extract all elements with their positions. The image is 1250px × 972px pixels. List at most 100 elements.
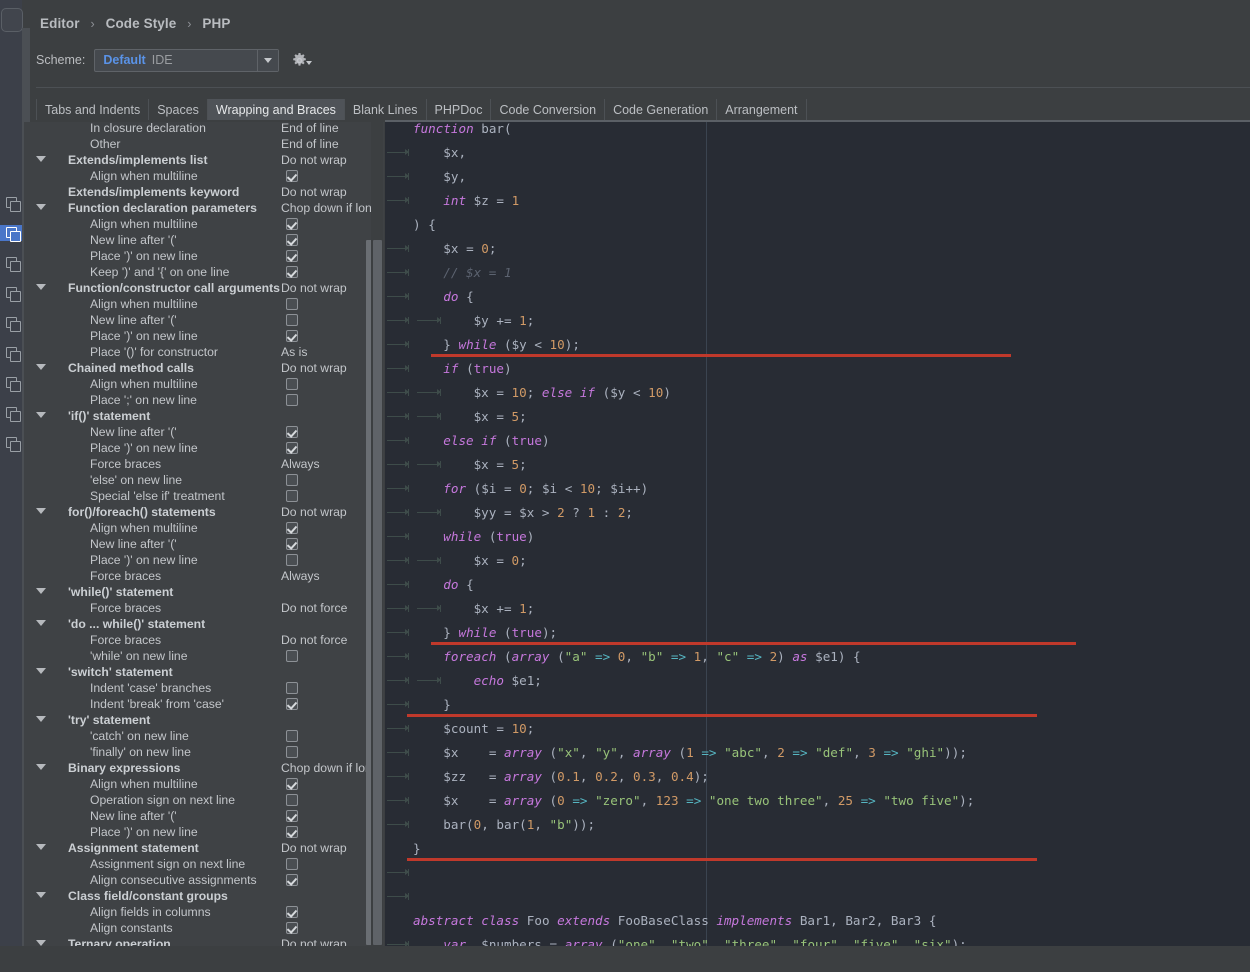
tree-row-checkbox[interactable]: [286, 810, 298, 822]
tree-row[interactable]: In closure declaration End of line: [24, 122, 384, 136]
tree-row-checkbox[interactable]: [286, 442, 298, 454]
breadcrumb-editor[interactable]: Editor: [40, 16, 80, 31]
tree-row-checkbox[interactable]: [286, 522, 298, 534]
tree-row-value[interactable]: Do not wrap: [281, 281, 347, 295]
copy-settings-icon[interactable]: [3, 315, 21, 332]
tree-row[interactable]: New line after '(': [24, 232, 384, 248]
tree-row[interactable]: Extends/implements keyword Do not wrap: [24, 184, 384, 200]
chevron-down-icon[interactable]: [36, 204, 46, 210]
tree-row[interactable]: New line after '(': [24, 312, 384, 328]
tree-row[interactable]: New line after '(': [24, 536, 384, 552]
tree-row-checkbox[interactable]: [286, 826, 298, 838]
copy-settings-icon[interactable]: [0, 225, 22, 242]
tree-row[interactable]: Place ';' on new line: [24, 392, 384, 408]
scheme-combobox[interactable]: Default IDE: [94, 48, 280, 72]
chevron-down-icon[interactable]: [36, 764, 46, 770]
chevron-down-icon[interactable]: [36, 668, 46, 674]
tree-row[interactable]: Align when multiline: [24, 376, 384, 392]
tree-row[interactable]: Other End of line: [24, 136, 384, 152]
tree-row[interactable]: Keep ')' and '{' on one line: [24, 264, 384, 280]
tree-row[interactable]: Align when multiline: [24, 296, 384, 312]
tree-row-value[interactable]: End of line: [281, 122, 339, 135]
tree-row[interactable]: New line after '(': [24, 424, 384, 440]
tree-row[interactable]: Function declaration parameters Chop down…: [24, 200, 384, 216]
tree-row[interactable]: Function/constructor call arguments Do no…: [24, 280, 384, 296]
tree-row-value[interactable]: End of line: [281, 137, 339, 151]
tree-row-value[interactable]: Do not wrap: [281, 937, 347, 946]
tab-spaces[interactable]: Spaces: [149, 99, 208, 120]
copy-settings-icon[interactable]: [3, 405, 21, 422]
tree-row[interactable]: Place ')' on new line: [24, 824, 384, 840]
tree-row[interactable]: Ternary operation Do not wrap: [24, 936, 384, 946]
tab-arrangement[interactable]: Arrangement: [717, 99, 807, 120]
tree-row[interactable]: Assignment sign on next line: [24, 856, 384, 872]
copy-settings-icon[interactable]: [3, 255, 21, 272]
chevron-down-icon[interactable]: [36, 364, 46, 370]
tree-row-value[interactable]: Do not force: [281, 601, 347, 615]
chevron-down-icon[interactable]: [257, 49, 279, 71]
tree-row-value[interactable]: As is: [281, 345, 307, 359]
tree-row[interactable]: 'catch' on new line: [24, 728, 384, 744]
tree-row[interactable]: 'while' on new line: [24, 648, 384, 664]
tree-row[interactable]: Place ')' on new line: [24, 248, 384, 264]
tree-row-checkbox[interactable]: [286, 698, 298, 710]
tree-row[interactable]: Special 'else if' treatment: [24, 488, 384, 504]
tree-row[interactable]: Force braces Do not force: [24, 600, 384, 616]
tree-row[interactable]: Align when multiline: [24, 776, 384, 792]
tree-row-checkbox[interactable]: [286, 874, 298, 886]
gutter-top-button[interactable]: [1, 8, 23, 32]
tree-row[interactable]: Align when multiline: [24, 216, 384, 232]
tree-row[interactable]: 'else' on new line: [24, 472, 384, 488]
chevron-down-icon[interactable]: [36, 284, 46, 290]
tree-row-checkbox[interactable]: [286, 298, 298, 310]
tree-row-checkbox[interactable]: [286, 314, 298, 326]
tree-row-value[interactable]: Do not force: [281, 633, 347, 647]
tree-row[interactable]: for()/foreach() statements Do not wrap: [24, 504, 384, 520]
tree-row-checkbox[interactable]: [286, 538, 298, 550]
tree-row[interactable]: Assignment statement Do not wrap: [24, 840, 384, 856]
tree-row-value[interactable]: Always: [281, 569, 320, 583]
tab-code-generation[interactable]: Code Generation: [605, 99, 718, 120]
tree-row[interactable]: 'switch' statement: [24, 664, 384, 680]
breadcrumb-php[interactable]: PHP: [202, 16, 230, 31]
chevron-down-icon[interactable]: [36, 412, 46, 418]
tree-row-value[interactable]: Do not wrap: [281, 841, 347, 855]
settings-tree-panel[interactable]: In closure declaration End of line Other En…: [24, 122, 384, 946]
chevron-down-icon[interactable]: [36, 892, 46, 898]
tab-blank-lines[interactable]: Blank Lines: [344, 99, 427, 120]
tree-row[interactable]: Operation sign on next line: [24, 792, 384, 808]
tree-row-value[interactable]: Do not wrap: [281, 185, 347, 199]
tree-row-checkbox[interactable]: [286, 794, 298, 806]
tree-row-checkbox[interactable]: [286, 554, 298, 566]
tree-row[interactable]: 'try' statement: [24, 712, 384, 728]
tree-row[interactable]: 'while()' statement: [24, 584, 384, 600]
tree-row-checkbox[interactable]: [286, 266, 298, 278]
chevron-down-icon[interactable]: [36, 508, 46, 514]
tab-tabs-and-indents[interactable]: Tabs and Indents: [36, 99, 150, 120]
tree-row-checkbox[interactable]: [286, 922, 298, 934]
tree-row[interactable]: Chained method calls Do not wrap: [24, 360, 384, 376]
tree-row-checkbox[interactable]: [286, 378, 298, 390]
tab-code-conversion[interactable]: Code Conversion: [491, 99, 606, 120]
tree-row-checkbox[interactable]: [286, 250, 298, 262]
tree-row-checkbox[interactable]: [286, 682, 298, 694]
tree-row-checkbox[interactable]: [286, 234, 298, 246]
tree-row-value[interactable]: Do not wrap: [281, 361, 347, 375]
chevron-down-icon[interactable]: [36, 716, 46, 722]
tree-row[interactable]: Class field/constant groups: [24, 888, 384, 904]
tree-row[interactable]: 'do ... while()' statement: [24, 616, 384, 632]
tree-row[interactable]: Force braces Always: [24, 456, 384, 472]
tree-row[interactable]: Align fields in columns: [24, 904, 384, 920]
tree-row-checkbox[interactable]: [286, 394, 298, 406]
tree-row[interactable]: Place ')' on new line: [24, 552, 384, 568]
tree-row-checkbox[interactable]: [286, 778, 298, 790]
tree-row-checkbox[interactable]: [286, 490, 298, 502]
tree-row[interactable]: Place ')' on new line: [24, 440, 384, 456]
tree-row[interactable]: Align when multiline: [24, 520, 384, 536]
tree-row[interactable]: Place ')' on new line: [24, 328, 384, 344]
code-preview-panel[interactable]: function bar($x, $y, int $z = 1) {$x = 0; /…: [385, 122, 1250, 946]
tab-wrapping-and-braces[interactable]: Wrapping and Braces: [207, 99, 345, 120]
preview-scrollbar-thumb[interactable]: [373, 240, 382, 945]
tree-row-checkbox[interactable]: [286, 906, 298, 918]
tree-row-value[interactable]: Chop down if long: [281, 201, 379, 215]
